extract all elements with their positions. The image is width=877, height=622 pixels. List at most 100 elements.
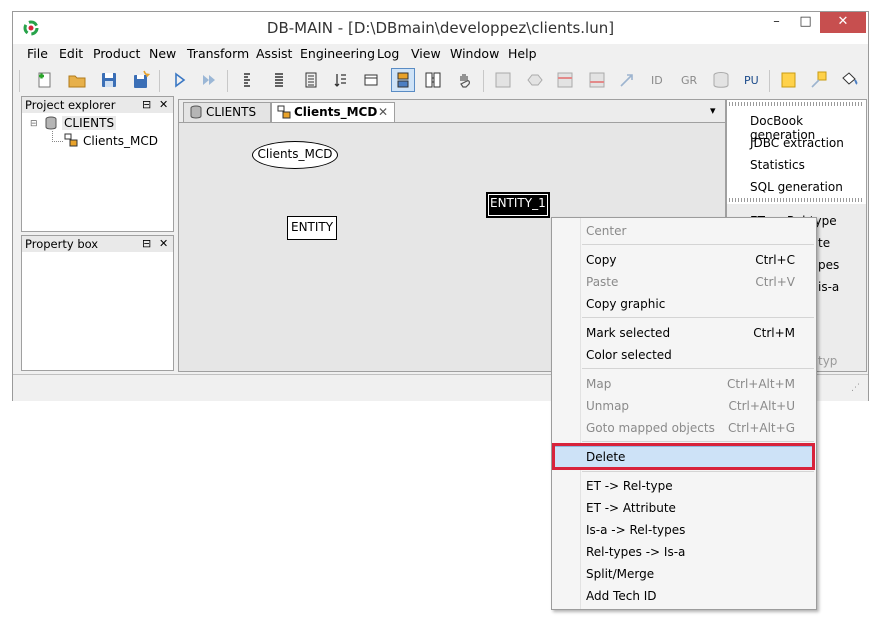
menu-view[interactable]: View [411,46,441,61]
menu-item-copy[interactable]: Copy Ctrl+C [553,249,815,271]
et-attribute-item[interactable]: te [818,236,830,250]
restore-icon[interactable]: ⊟ [142,236,151,252]
add-tech-id-item[interactable]: typ [818,354,837,368]
tree-item-clients[interactable]: CLIENTS [62,116,117,130]
menu-transform[interactable]: Transform [187,46,249,61]
graph-standard-icon[interactable] [391,68,415,92]
new-role-icon[interactable] [585,68,609,92]
collapse-toggle-icon[interactable]: ⊟ [30,119,38,129]
menu-item-split-merge[interactable]: Split/Merge [553,563,815,585]
new-note-icon[interactable] [777,68,801,92]
new-entity-type-icon[interactable] [491,68,515,92]
tree-connector [52,131,63,142]
panel-grip [729,102,863,106]
close-icon[interactable]: ✕ [159,97,168,113]
toolbar-separator [159,70,160,92]
menu-separator [582,471,814,472]
schema-icon [277,105,291,124]
editor-tab-bar: CLIENTS Clients_MCD ✕ ▾ [179,100,725,123]
database-icon [189,105,203,124]
new-rel-type-icon[interactable] [523,68,547,92]
graph-compact-icon[interactable] [359,68,383,92]
menu-bar: File Edit Product New Transform Assist E… [13,44,868,64]
save-icon[interactable] [97,68,121,92]
new-group-button[interactable]: GR [681,74,697,87]
new-processing-unit-button[interactable]: PU [744,74,759,87]
menu-separator [582,317,814,318]
menu-item-is-a-rel-types[interactable]: Is-a -> Rel-types [553,519,815,541]
statistics-item[interactable]: Statistics [750,158,805,172]
menu-file[interactable]: File [27,46,48,61]
menu-item-paste[interactable]: Paste Ctrl+V [553,271,815,293]
toolbar-separator [483,70,484,92]
text-sorted-icon[interactable] [329,68,353,92]
menu-log[interactable]: Log [377,46,399,61]
toolbar-separator [769,70,770,92]
menu-edit[interactable]: Edit [59,46,83,61]
new-collection-icon[interactable] [709,68,733,92]
play-icon[interactable] [167,68,191,92]
restore-icon[interactable]: ⊟ [142,97,151,113]
toolbar-separator [227,70,228,92]
minimize-button[interactable]: – [762,12,791,33]
resize-grip-icon[interactable]: ⋰ [851,383,860,393]
menu-new[interactable]: New [149,46,176,61]
menu-item-center[interactable]: Center [553,220,815,242]
menu-product[interactable]: Product [93,46,140,61]
menu-item-et-attribute[interactable]: ET -> Attribute [553,497,815,519]
tab-label: CLIENTS [206,105,257,119]
toolbar-grip [19,70,20,92]
open-folder-icon[interactable] [65,68,89,92]
entity-box[interactable]: ENTITY [287,216,338,240]
save-all-icon[interactable] [129,68,153,92]
menu-item-add-tech-id[interactable]: Add Tech ID [553,585,815,607]
delete-highlight-outline [552,443,815,470]
menu-item-unmap[interactable]: Unmap Ctrl+Alt+U [553,395,815,417]
tab-clients-mcd[interactable]: Clients_MCD ✕ [271,102,395,122]
maximize-button[interactable]: □ [791,12,820,33]
rel-types-is-a-item[interactable]: is-a [818,280,839,294]
tab-close-icon[interactable]: ✕ [378,103,388,121]
hand-icon[interactable] [453,68,477,92]
menu-separator [582,441,814,442]
close-button[interactable]: ✕ [820,12,866,33]
schema-icon [64,133,78,150]
menu-item-et-rel-type[interactable]: ET -> Rel-type [553,475,815,497]
is-a-rel-types-item[interactable]: pes [818,258,839,272]
jdbc-extraction-item[interactable]: JDBC extraction [750,136,844,150]
sql-generation-item[interactable]: SQL generation [750,180,843,194]
menu-window[interactable]: Window [450,46,499,61]
new-link-icon[interactable] [615,68,639,92]
entity-box-selected[interactable]: ENTITY_1 [486,192,550,218]
window-title: DB-MAIN - [D:\DBmain\developpez\clients.… [266,19,615,37]
property-box-panel: Property box ⊟ ✕ [21,235,174,371]
menu-item-goto-mapped-objects[interactable]: Goto mapped objects Ctrl+Alt+G [553,417,815,439]
menu-item-copy-graphic[interactable]: Copy graphic [553,293,815,315]
menu-item-mark-selected[interactable]: Mark selected Ctrl+M [553,322,815,344]
text-extended-icon[interactable] [299,68,323,92]
menu-item-color-selected[interactable]: Color selected [553,344,815,366]
menu-engineering[interactable]: Engineering [300,46,375,61]
project-explorer-panel: Project explorer ⊟ ✕ ⊟ CLIENTS Clients_M… [21,96,174,232]
title-bar: DB-MAIN - [D:\DBmain\developpez\clients.… [13,12,868,44]
tab-dropdown-icon[interactable]: ▾ [710,104,716,117]
menu-item-map[interactable]: Map Ctrl+Alt+M [553,373,815,395]
text-compact-icon[interactable] [235,68,259,92]
new-note-link-icon[interactable] [807,68,831,92]
tree-item-clients-mcd[interactable]: Clients_MCD [83,134,158,148]
menu-item-rel-types-is-a[interactable]: Rel-types -> Is-a [553,541,815,563]
menu-help[interactable]: Help [508,46,537,61]
panel-grip [729,198,863,202]
tab-clients[interactable]: CLIENTS [183,102,271,122]
new-attribute-icon[interactable] [553,68,577,92]
new-identifier-button[interactable]: ID [651,74,663,87]
text-standard-icon[interactable] [267,68,291,92]
close-icon[interactable]: ✕ [159,236,168,252]
graph-dependency-icon[interactable] [421,68,445,92]
menu-assist[interactable]: Assist [256,46,292,61]
fast-forward-icon[interactable] [197,68,221,92]
paint-tool-icon[interactable] [837,68,861,92]
new-project-icon[interactable] [33,68,57,92]
menu-separator [582,368,814,369]
schema-label-ellipse[interactable]: Clients_MCD [252,141,338,169]
